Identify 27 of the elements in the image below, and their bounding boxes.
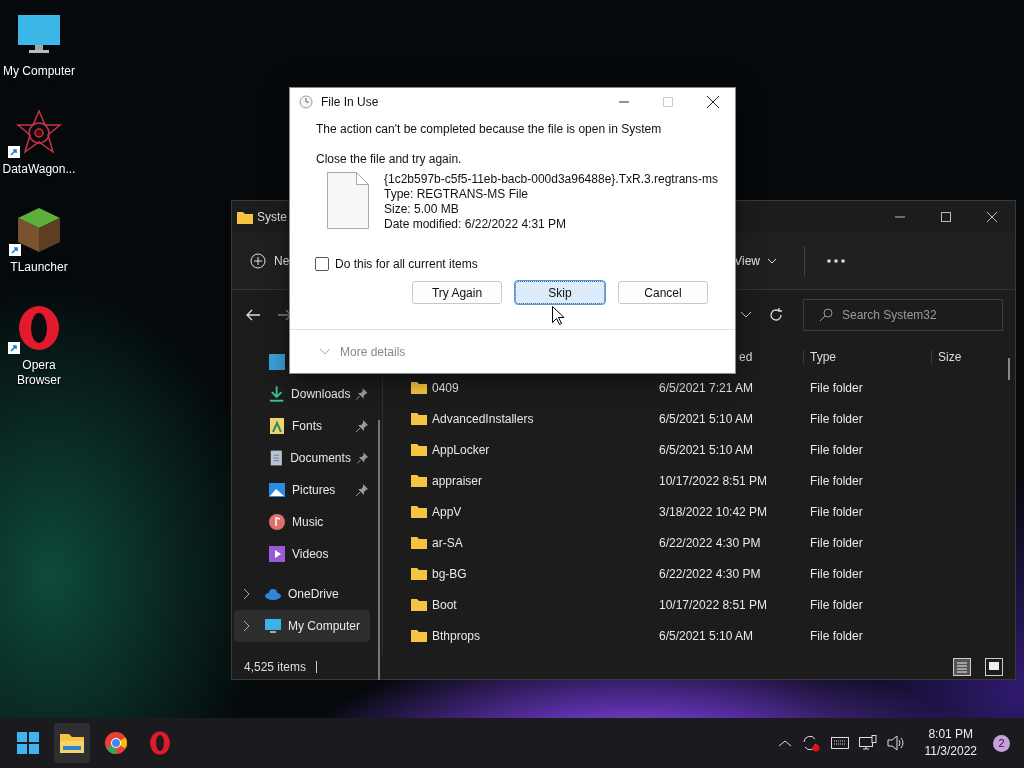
table-cell-text: File folder (809, 473, 864, 488)
table-cell-text: 6/22/2022 4:30 PM (659, 535, 762, 550)
file-date-modified: Date modified: 6/22/2022 4:31 PM (384, 217, 568, 232)
file-name: {1c2b597b-c5f5-11eb-bacb-000d3a96488e}.TxR.3.regtrans-ms (384, 172, 718, 187)
file-type: Type: REGTRANS-MS File (384, 187, 530, 202)
table-cell-text: File folder (809, 566, 864, 581)
file-size: Size: 5.00 MB (384, 202, 460, 217)
table-cell-text: 6/5/2021 5:10 AM (659, 411, 755, 426)
table-cell-text: File folder (809, 597, 864, 612)
dialog-instruction: Close the file and try again. (316, 152, 463, 167)
table-cell-text: 3/18/2022 10:42 PM (659, 504, 769, 519)
table-cell-text: 10/17/2022 8:51 PM (659, 473, 769, 488)
table-cell-text: File folder (809, 628, 864, 643)
table-cell-text: 6/5/2021 5:10 AM (659, 628, 755, 643)
table-cell-text: 6/5/2021 5:10 AM (659, 442, 755, 457)
dialog-message: The action can't be completed because the file is open in System (316, 122, 663, 137)
table-cell-text: File folder (809, 504, 864, 519)
table-cell-text: File folder (809, 535, 864, 550)
table-cell-text: File folder (809, 442, 864, 457)
table-cell-text: File folder (809, 411, 864, 426)
table-cell-text: File folder (809, 380, 864, 395)
item-count: 4,525 items (244, 660, 307, 674)
window-title: Syste (257, 210, 287, 224)
table-cell-text: 10/17/2022 8:51 PM (659, 597, 769, 612)
dialog-title: File In Use (321, 95, 379, 109)
table-cell-text: 6/5/2021 7:21 AM (659, 380, 755, 395)
table-cell-text: 6/22/2022 4:30 PM (659, 566, 762, 581)
